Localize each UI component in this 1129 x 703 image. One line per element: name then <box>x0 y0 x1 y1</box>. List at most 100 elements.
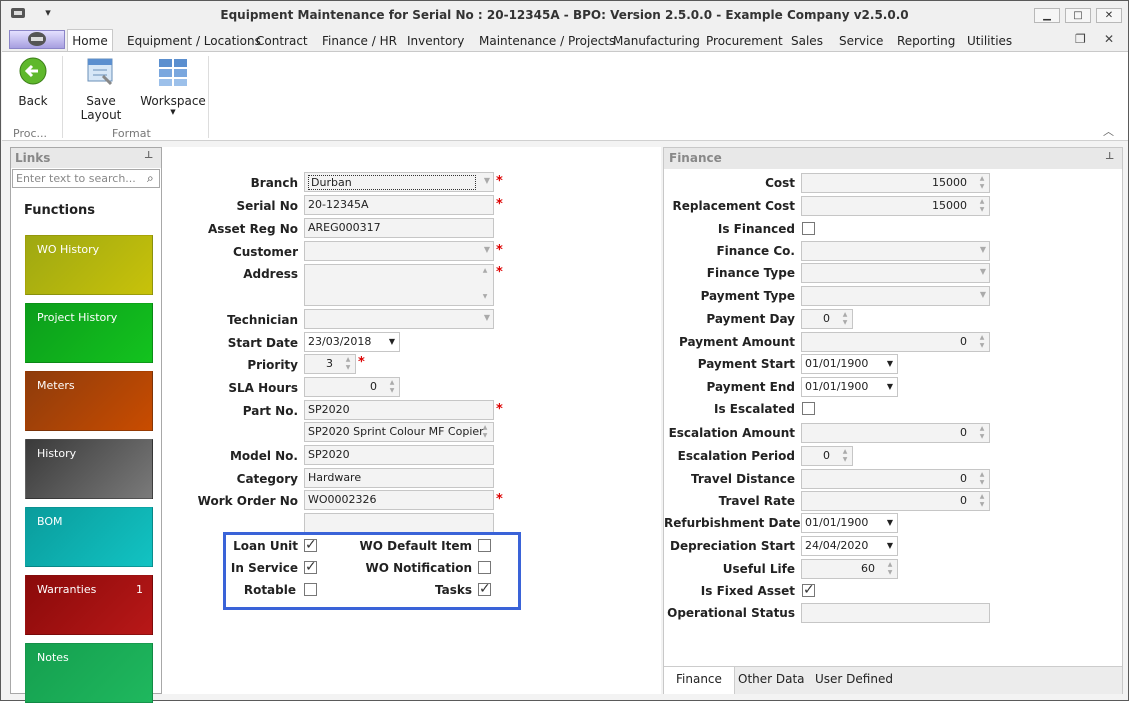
minimize-button[interactable]: ▁ <box>1034 8 1060 23</box>
work-order-no-field[interactable]: WO0002326 <box>304 490 494 510</box>
save-layout-button[interactable]: Save Layout <box>68 56 134 122</box>
travel-distance-field[interactable]: 0 <box>801 469 990 489</box>
stepper-up-icon[interactable]: ▲ <box>977 198 987 205</box>
stepper-up-icon[interactable]: ▲ <box>343 356 353 363</box>
scroll-down-icon[interactable]: ▼ <box>480 293 490 300</box>
pin-icon[interactable]: ⊥ <box>144 150 153 161</box>
stepper-down-icon[interactable]: ▼ <box>387 387 397 394</box>
stepper-up-icon[interactable]: ▲ <box>387 379 397 386</box>
close-child-button[interactable]: ✕ <box>1104 32 1114 46</box>
tab-finance-hr[interactable]: Finance / HR <box>322 34 397 48</box>
stepper-down-icon[interactable]: ▼ <box>840 319 850 326</box>
part-no-field[interactable]: SP2020 <box>304 400 494 420</box>
useful-life-stepper[interactable]: 60 <box>801 559 898 579</box>
tile-history[interactable]: History <box>25 439 153 499</box>
loan-unit-checkbox[interactable]: ✓ <box>304 538 317 552</box>
stepper-down-icon[interactable]: ▼ <box>977 479 987 486</box>
tile-warranties[interactable]: Warranties 1 <box>25 575 153 635</box>
payment-type-select[interactable]: ▼ <box>801 286 990 306</box>
tab-equipment-locations[interactable]: Equipment / Locations <box>127 34 261 48</box>
search-input[interactable]: Enter text to search... ⌕ <box>12 169 160 188</box>
replacement-cost-field[interactable]: 15000 <box>801 196 990 216</box>
stepper-up-icon[interactable]: ▲ <box>977 471 987 478</box>
stepper-down-icon[interactable]: ▼ <box>977 206 987 213</box>
tab-procurement[interactable]: Procurement <box>706 34 783 48</box>
tab-contract[interactable]: Contract <box>256 34 308 48</box>
technician-select[interactable]: ▼ <box>304 309 494 329</box>
tab-reporting[interactable]: Reporting <box>897 34 955 48</box>
tab-utilities[interactable]: Utilities <box>967 34 1012 48</box>
search-icon[interactable]: ⌕ <box>147 171 154 186</box>
is-financed-checkbox[interactable] <box>802 222 815 235</box>
scroll-up-icon[interactable]: ▲ <box>480 424 490 431</box>
stepper-down-icon[interactable]: ▼ <box>977 342 987 349</box>
asset-reg-no-field[interactable]: AREG000317 <box>304 218 494 238</box>
finance-type-select[interactable]: ▼ <box>801 263 990 283</box>
stepper-up-icon[interactable]: ▲ <box>977 425 987 432</box>
application-button[interactable] <box>9 30 65 49</box>
model-no-field[interactable]: SP2020 <box>304 445 494 465</box>
pin-icon[interactable]: ⊥ <box>1105 151 1114 162</box>
tab-sales[interactable]: Sales <box>791 34 823 48</box>
scroll-up-icon[interactable]: ▲ <box>480 267 490 274</box>
stepper-down-icon[interactable]: ▼ <box>977 501 987 508</box>
tab-inventory[interactable]: Inventory <box>407 34 464 48</box>
depreciation-start-picker[interactable]: 24/04/2020 ▼ <box>801 536 898 556</box>
is-escalated-checkbox[interactable] <box>802 402 815 415</box>
payment-start-picker[interactable]: 01/01/1900 ▼ <box>801 354 898 374</box>
finance-co-select[interactable]: ▼ <box>801 241 990 261</box>
stepper-down-icon[interactable]: ▼ <box>343 364 353 371</box>
branch-select[interactable]: Durban ▼ <box>304 172 494 192</box>
refurbishment-date-picker[interactable]: 01/01/1900 ▼ <box>801 513 898 533</box>
tile-wo-history[interactable]: WO History <box>25 235 153 295</box>
tasks-checkbox[interactable]: ✓ <box>478 582 491 596</box>
start-date-picker[interactable]: 23/03/2018 ▼ <box>304 332 400 352</box>
close-button[interactable]: ✕ <box>1096 8 1122 23</box>
tab-home[interactable]: Home <box>67 29 113 52</box>
stepper-up-icon[interactable]: ▲ <box>977 493 987 500</box>
is-fixed-asset-checkbox[interactable]: ✓ <box>802 583 815 597</box>
tile-project-history[interactable]: Project History <box>25 303 153 363</box>
stepper-down-icon[interactable]: ▼ <box>977 433 987 440</box>
escalation-amount-field[interactable]: 0 <box>801 423 990 443</box>
payment-end-picker[interactable]: 01/01/1900 ▼ <box>801 377 898 397</box>
tile-meters[interactable]: Meters <box>25 371 153 431</box>
stepper-up-icon[interactable]: ▲ <box>840 448 850 455</box>
category-field[interactable]: Hardware <box>304 468 494 488</box>
back-button[interactable]: Back <box>8 56 58 108</box>
address-field[interactable] <box>304 264 494 306</box>
tile-bom[interactable]: BOM <box>25 507 153 567</box>
tab-finance[interactable]: Finance <box>664 667 735 694</box>
tile-notes[interactable]: Notes <box>25 643 153 703</box>
stepper-down-icon[interactable]: ▼ <box>840 456 850 463</box>
stepper-up-icon[interactable]: ▲ <box>977 175 987 182</box>
stepper-up-icon[interactable]: ▲ <box>977 334 987 341</box>
sla-hours-stepper[interactable]: 0 <box>304 377 400 397</box>
part-description-field[interactable]: SP2020 Sprint Colour MF Copier <box>304 422 494 442</box>
scroll-down-icon[interactable]: ▼ <box>480 432 490 439</box>
serial-no-field[interactable]: 20-12345A <box>304 195 494 215</box>
tab-other-data[interactable]: Other Data <box>728 668 815 690</box>
tab-manufacturing[interactable]: Manufacturing <box>613 34 700 48</box>
work-order-extra-field[interactable] <box>304 513 494 533</box>
restore-child-button[interactable]: ❐ <box>1075 32 1086 46</box>
in-service-checkbox[interactable]: ✓ <box>304 560 317 574</box>
tab-user-defined[interactable]: User Defined <box>805 668 903 690</box>
operational-status-field[interactable] <box>801 603 990 623</box>
wo-default-item-checkbox[interactable] <box>478 539 491 552</box>
rotable-checkbox[interactable] <box>304 583 317 596</box>
tab-service[interactable]: Service <box>839 34 883 48</box>
payment-amount-field[interactable]: 0 <box>801 332 990 352</box>
tab-maintenance-projects[interactable]: Maintenance / Projects <box>479 34 615 48</box>
stepper-up-icon[interactable]: ▲ <box>840 311 850 318</box>
collapse-ribbon-icon[interactable]: ︿ <box>1103 123 1114 139</box>
stepper-down-icon[interactable]: ▼ <box>977 183 987 190</box>
wo-notification-checkbox[interactable] <box>478 561 491 574</box>
cost-field[interactable]: 15000 <box>801 173 990 193</box>
travel-rate-field[interactable]: 0 <box>801 491 990 511</box>
workspace-button[interactable]: Workspace ▼ <box>140 56 206 116</box>
stepper-down-icon[interactable]: ▼ <box>885 569 895 576</box>
maximize-button[interactable]: □ <box>1065 8 1091 23</box>
customer-select[interactable]: ▼ <box>304 241 494 261</box>
stepper-up-icon[interactable]: ▲ <box>885 561 895 568</box>
